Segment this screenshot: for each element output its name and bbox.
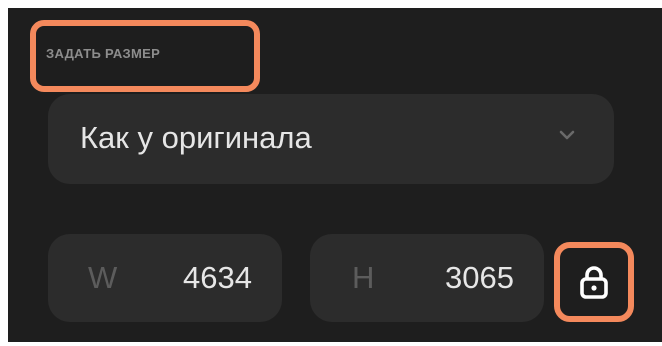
aspect-lock-button[interactable] — [554, 242, 634, 322]
resize-panel: ЗАДАТЬ РАЗМЕР Как у оригинала W 4634 H 3… — [8, 8, 662, 342]
size-preset-dropdown[interactable]: Как у оригинала — [48, 94, 614, 184]
section-title: ЗАДАТЬ РАЗМЕР — [46, 46, 161, 61]
height-label: H — [352, 260, 375, 295]
height-field[interactable]: H 3065 — [310, 234, 544, 322]
lock-icon — [580, 266, 608, 299]
section-title-highlight: ЗАДАТЬ РАЗМЕР — [30, 20, 260, 92]
width-value[interactable]: 4634 — [183, 260, 252, 296]
height-value[interactable]: 3065 — [445, 260, 514, 296]
width-label: W — [88, 260, 118, 295]
size-preset-value: Как у оригинала — [80, 120, 312, 155]
chevron-down-icon — [559, 130, 575, 140]
width-field[interactable]: W 4634 — [48, 234, 282, 322]
